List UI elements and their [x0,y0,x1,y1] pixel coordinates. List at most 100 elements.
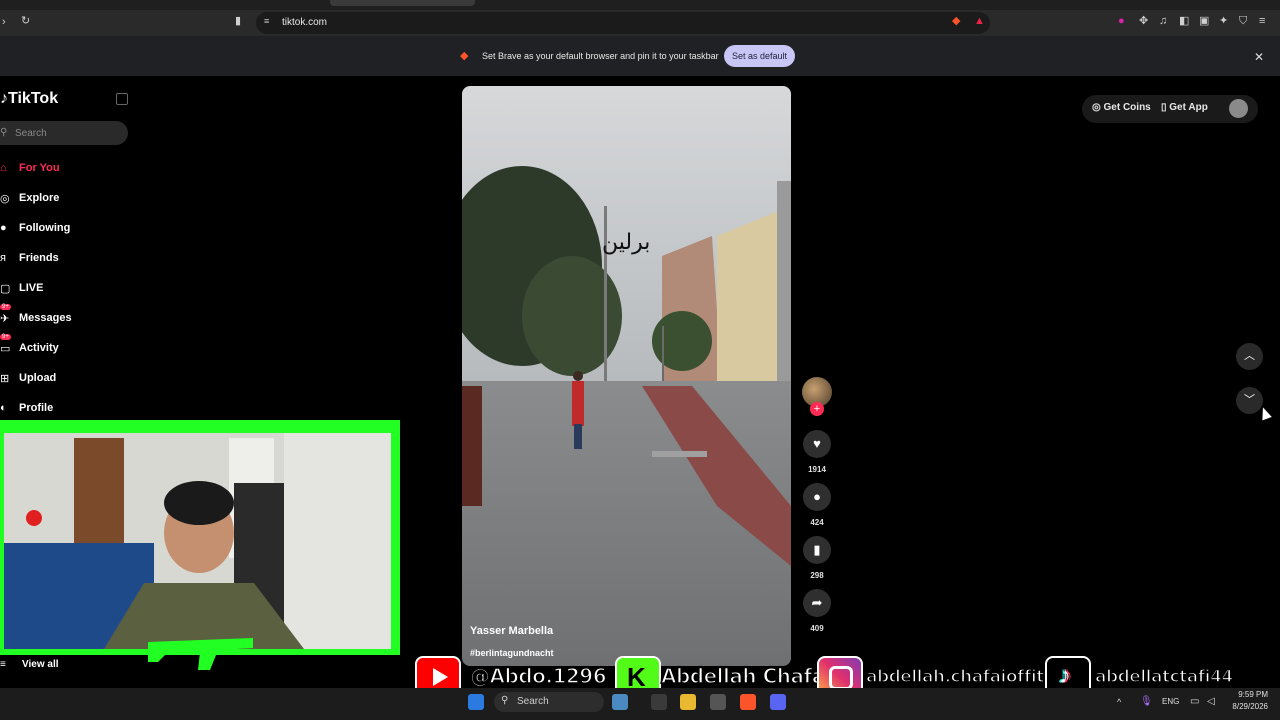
sidebar-item-activity[interactable]: ▭ 9+ Activity [0,334,130,358]
set-default-button[interactable]: Set as default [724,45,795,67]
get-coins-label: Get Coins [1103,102,1151,113]
chevron-down-icon: ﹀ [1244,394,1255,406]
tiktok-logo-icon: ♪ [0,90,8,107]
heart-icon: ♥ [813,436,821,451]
task-view-icon[interactable] [651,694,667,710]
infobar-text: Set Brave as your default browser and pi… [482,51,719,61]
bookmark-button[interactable]: ▮ [803,536,831,564]
sidebar-item-label: Friends [19,252,59,264]
language-indicator[interactable]: ENG [1162,697,1179,706]
clock-time[interactable]: 9:59 PM [1232,690,1268,699]
chevron-up-icon[interactable]: ^ [1117,697,1121,707]
comment-count: 424 [810,518,824,527]
compass-icon: ◎ [0,192,10,205]
browser-tab-strip [0,0,1280,10]
webcam-image [4,433,391,649]
extensions-icon[interactable]: ✥ [1139,16,1148,27]
brave-shields-icon[interactable]: ◆ [952,16,960,27]
brave-rewards-icon[interactable]: ▲ [974,16,985,27]
taskbar-search-label: Search [517,696,549,707]
sidebar-item-live[interactable]: ▢ LIVE [0,278,130,298]
following-icon: ● [0,222,7,234]
microphone-icon[interactable]: 🎙 [1140,696,1153,707]
shield-icon[interactable]: ⛉ [1239,16,1247,27]
upload-icon: ⊞ [0,372,10,385]
notification-badge: 9+ [0,334,11,340]
menu-icon[interactable]: ≡ [1259,16,1265,27]
webcam-feed [4,433,391,649]
sidebar-item-for-you[interactable]: ⌂ For You [0,158,130,178]
taskbar-search[interactable] [494,692,604,712]
video-hashtag[interactable]: #berlintagundnacht [470,648,554,658]
profile-icon: ◐ [0,402,7,414]
get-coins-button[interactable]: ◎ Get Coins [1092,102,1151,113]
home-icon: ⌂ [0,162,7,174]
forward-icon[interactable]: › [2,17,6,28]
sidebar-item-upload[interactable]: ⊞ Upload [0,368,130,388]
share-count: 409 [810,624,824,633]
windows-start-icon[interactable] [468,694,484,710]
sidebar-icon[interactable]: ◧ [1179,16,1189,27]
previous-video-button[interactable]: ︿ [1236,343,1263,370]
tiktok-logo[interactable]: ♪TikTok [0,90,58,108]
comment-button[interactable]: ● [803,483,831,511]
video-player[interactable] [462,86,791,666]
network-icon[interactable]: ▭ [1190,696,1199,707]
browser-tab[interactable] [330,0,475,6]
search-icon: ⚲ [501,695,509,706]
instagram-handle: abdellah.chafaioffitid [865,666,1062,688]
follow-button[interactable]: + [810,402,824,416]
messages-icon: ✈ [0,312,10,325]
notification-badge: 9+ [0,304,11,310]
sidebar-item-label: Messages [19,312,72,324]
sidebar-item-messages[interactable]: ✈ 9+ Messages [0,304,130,328]
wallet-icon[interactable]: ▣ [1199,16,1209,27]
chevron-up-icon: ︿ [1244,350,1255,362]
sidebar-item-following[interactable]: ● Following [0,218,130,238]
site-info-icon[interactable]: ≡ [264,17,269,26]
avatar[interactable] [1229,99,1248,118]
taskbar [0,688,1280,720]
activity-icon: ▭ [0,342,11,355]
bookmark-icon[interactable]: ▮ [235,16,241,27]
close-icon[interactable]: ✕ [1254,50,1264,64]
file-explorer-icon[interactable] [680,694,696,710]
friends-icon: ᴙ [0,252,6,264]
mouse-cursor [1258,405,1272,421]
sidebar-item-label: Profile [19,402,54,414]
sidebar-item-explore[interactable]: ◎ Explore [0,188,130,208]
volume-icon[interactable]: ◁ [1207,696,1215,707]
reload-icon[interactable]: ↻ [21,16,30,27]
bookmark-count: 298 [810,571,824,580]
vpn-icon[interactable]: ● [1118,16,1125,27]
widgets-icon[interactable] [612,694,628,710]
address-bar[interactable] [256,12,990,34]
obs-icon[interactable] [710,694,726,710]
like-button[interactable]: ♥ [803,430,831,458]
kick-handle: Abdellah Chafai [660,663,832,689]
share-button[interactable]: ➦ [803,589,831,617]
brave-taskbar-icon[interactable] [740,694,756,710]
collapse-sidebar-icon[interactable] [116,93,128,105]
url-text[interactable]: tiktok.com [282,17,327,28]
leo-icon[interactable]: ✦ [1219,16,1228,27]
search-icon: ⚲ [0,127,8,138]
discord-icon[interactable] [770,694,786,710]
video-author[interactable]: Yasser Marbella [470,625,553,637]
music-icon[interactable]: ♫ [1159,16,1167,27]
comment-icon: ● [813,489,821,504]
logo-text: TikTok [8,90,59,107]
coin-icon: ◎ [1092,102,1104,113]
list-icon: ≡ [0,659,6,670]
sidebar-item-profile[interactable]: ◐ Profile [0,398,130,418]
video-overlay-text: برلين [602,230,651,255]
share-icon: ➦ [811,595,823,610]
youtube-handle: @Abdo.1296 [469,663,607,689]
get-app-button[interactable]: ▯ Get App [1161,102,1208,113]
sidebar-item-friends[interactable]: ᴙ Friends [0,248,130,268]
clock-date[interactable]: 8/29/2026 [1226,702,1268,711]
like-count: 1914 [808,465,826,474]
video-frame [462,86,791,666]
sidebar-item-label: Following [19,222,71,234]
view-all-link[interactable]: View all [22,659,59,670]
